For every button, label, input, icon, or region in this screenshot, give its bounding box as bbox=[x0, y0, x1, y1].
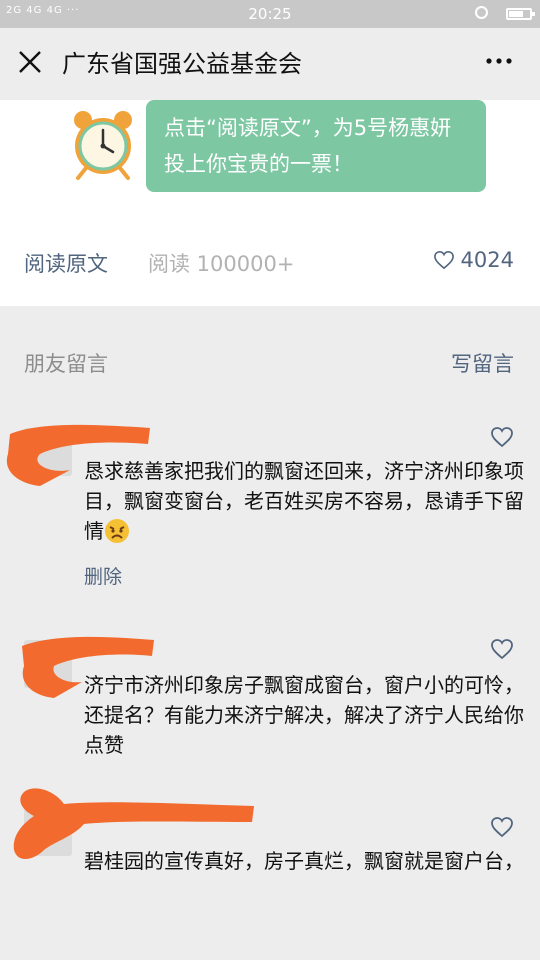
clock-time: 20:25 bbox=[248, 5, 292, 23]
page-title: 广东省国强公益基金会 bbox=[62, 50, 302, 78]
close-icon[interactable] bbox=[14, 48, 46, 80]
comment-item: 济宁市济州印象房子飘窗成窗台，窗户小的可怜，还提名？有能力来济宁解决，解决了济宁… bbox=[0, 620, 540, 770]
alarm-status-icon bbox=[475, 6, 488, 19]
status-bar: 2G 4G 4G ··· 20:25 bbox=[0, 0, 540, 28]
alarm-clock-icon bbox=[70, 108, 136, 184]
like-count: 4024 bbox=[460, 248, 514, 272]
comment-item: 恳求慈善家把我们的飘窗还回来，济宁济州印象项目，飘窗变窗台，老百姓买房不容易，恳… bbox=[0, 410, 540, 600]
article-meta: 阅读原文 阅读 100000+ 4024 bbox=[0, 246, 540, 282]
like-button[interactable]: 4024 bbox=[433, 248, 514, 275]
more-icon[interactable] bbox=[484, 46, 514, 83]
battery-icon bbox=[506, 8, 535, 20]
angry-face-icon bbox=[104, 518, 130, 552]
read-count: 阅读 100000+ bbox=[148, 252, 295, 276]
comments-header: 朋友留言 写留言 bbox=[0, 340, 540, 380]
comment-item: 碧桂园的宣传真好，房子真烂，飘窗就是窗户台， bbox=[0, 780, 540, 920]
heart-icon[interactable] bbox=[490, 816, 514, 838]
heart-icon[interactable] bbox=[490, 638, 514, 660]
heart-icon[interactable] bbox=[490, 426, 514, 448]
read-original-link[interactable]: 阅读原文 bbox=[24, 248, 108, 278]
banner-message[interactable]: 点击“阅读原文”，为5号杨惠妍投上你宝贵的一票！ bbox=[146, 100, 486, 192]
delete-link[interactable]: 删除 bbox=[84, 562, 122, 589]
comments-title: 朋友留言 bbox=[24, 352, 108, 376]
comment-text: 济宁市济州印象房子飘窗成窗台，窗户小的可怜，还提名？有能力来济宁解决，解决了济宁… bbox=[84, 673, 524, 757]
write-comment-button[interactable]: 写留言 bbox=[451, 348, 514, 378]
comment-text: 碧桂园的宣传真好，房子真烂，飘窗就是窗户台， bbox=[84, 849, 524, 873]
heart-icon bbox=[433, 250, 455, 275]
comment-text: 恳求慈善家把我们的飘窗还回来，济宁济州印象项目，飘窗变窗台，老百姓买房不容易，恳… bbox=[84, 456, 524, 552]
navbar: 广东省国强公益基金会 bbox=[0, 28, 540, 100]
